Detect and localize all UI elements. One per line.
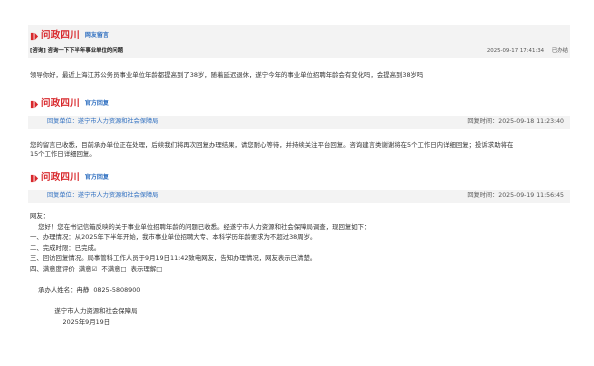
reply2-unit[interactable]: 回复单位：遂宁市人力资源和社会保障局 [47,192,158,200]
reply1-line: 15个工作日详细回复。 [30,149,96,158]
brand-logo-icon [30,100,39,109]
reply1-header-band: 回复单位：遂宁市人力资源和社会保障局 回复时间：2025-09-18 11:23… [28,116,570,129]
status-badge: 已办结 [551,48,568,54]
reply2-body: 网友： 您好！您在书记信箱反映的关于事业单位招聘年龄的问题已收悉。经遂宁市人力资… [30,212,370,329]
reply2-line: 四、满意度评价 满意☑ 不满意□ 表示理解□ [30,264,163,273]
signature-date: 2025年9月19日 [30,317,111,326]
question-datetime: 2025-09-17 17:41:34 [486,48,545,54]
reply2-line [30,276,370,287]
reply2-line: 一、办理情况：从2025年下半年开始，我市事业单位招聘大专、本科学历年龄要求为不… [30,233,317,242]
reply1-body: 您的留言已收悉，目前承办单位正在处理，后续我们将再次回复办理结果，请您耐心等待，… [30,141,560,158]
question-subject[interactable]: [咨询] 咨询一下下半年事业单位的问题 [30,48,123,55]
official-reply-tag: 官方回复 [84,174,109,182]
brand-name: 问政四川 [41,30,80,41]
reply2-line: 二、完成时限：已完成。 [30,243,101,252]
brand-name: 问政四川 [41,172,80,183]
reply2-header-band: 回复单位：遂宁市人力资源和社会保障局 回复时间：2025-09-19 11:56… [28,190,570,203]
reply1-unit[interactable]: 回复单位：遂宁市人力资源和社会保障局 [47,118,158,126]
reply2-line: 三、回访回复情况。局事管科工作人员于9月19日11:42致电网友，告知办理情况，… [30,254,317,263]
brand-logo-icon [30,174,39,183]
reply2-line: 网友： [30,212,50,220]
question-logo-row: 问政四川 网友留言 [30,30,109,43]
reply2-line: 您好！您在书记信箱反映的关于事业单位招聘年龄的问题已收悉。经遂宁市人力资源和社会… [30,222,371,231]
reply2-time: 回复时间：2025-09-19 11:56:45 [467,192,564,200]
reply1-logo-row: 问政四川 官方回复 [30,98,109,111]
user-message-tag: 网友留言 [84,32,109,40]
page: 问政四川 网友留言 [咨询] 咨询一下下半年事业单位的问题 2025-09-17… [0,0,594,366]
brand-name: 问政四川 [41,98,80,109]
reply2-logo-row: 问政四川 官方回复 [30,172,109,185]
official-reply-tag: 官方回复 [84,100,109,108]
question-body: 领导你好，最近上海江苏公务员事业单位年龄都提高到了38岁，随着延迟退休，遂宁今年… [30,71,424,79]
reply1-line: 您的留言已收悉，目前承办单位正在处理，后续我们将再次回复办理结果，请您耐心等待，… [30,141,514,149]
reply1-time: 回复时间：2025-09-18 11:23:40 [467,118,564,126]
reply2-line [30,297,370,308]
contact-line: 承办人姓名：冉静 0825-5808900 [30,286,141,295]
brand-logo-icon [30,32,39,41]
signature-unit: 遂宁市人力资源和社会保障局 [30,307,138,316]
question-meta: 2025-09-17 17:41:34 已办结 [481,48,568,55]
